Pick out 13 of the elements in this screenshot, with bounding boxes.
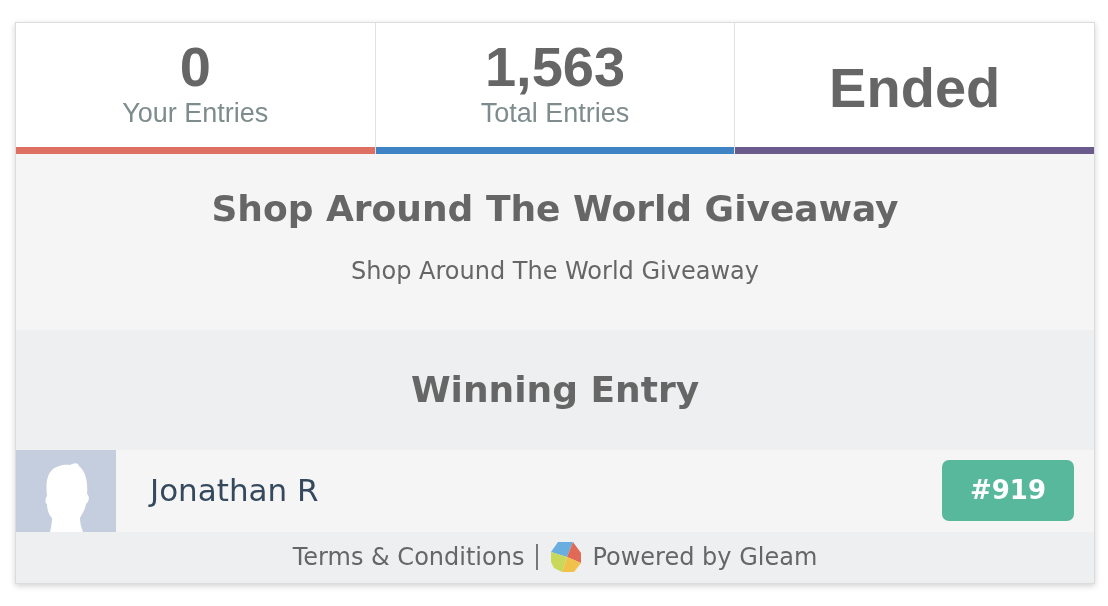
entry-number-badge: #919 — [942, 459, 1074, 521]
hexagon-logo-icon — [550, 540, 583, 573]
campaign-title: Shop Around The World Giveaway — [211, 187, 899, 231]
stat-value: 1,563 — [484, 38, 626, 96]
stat-label: Total Entries — [480, 97, 630, 130]
winner-name: Jonathan R — [150, 471, 319, 510]
powered-by-link[interactable]: Powered by Gleam — [550, 540, 818, 573]
campaign-description: Shop Around The World Giveaway — [351, 256, 759, 287]
winners-heading: Winning Entry — [410, 368, 700, 412]
stat-value: 0 — [179, 38, 211, 96]
stat-label: Your Entries — [122, 97, 269, 130]
stat-value: Ended — [829, 59, 1001, 117]
terms-link[interactable]: Terms & Conditions — [292, 540, 525, 573]
